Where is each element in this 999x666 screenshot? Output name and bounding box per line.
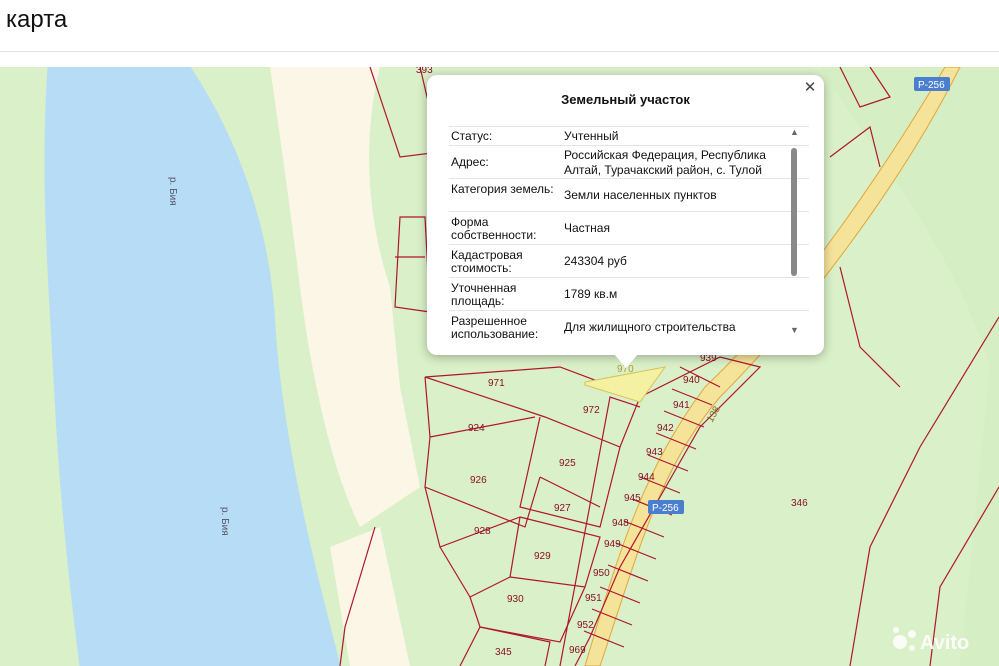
- row-value: Земли населенных пунктов: [564, 188, 717, 202]
- parcel-label: 949: [604, 539, 621, 550]
- header: карта: [0, 0, 999, 52]
- parcel-label: 952: [577, 620, 594, 631]
- row-value: 243304 руб: [564, 254, 627, 268]
- parcel-label: 940: [683, 375, 700, 386]
- row-value: Учтенный: [564, 129, 619, 143]
- river-label-1: р. Бия: [167, 177, 178, 206]
- row-label: Категория земель:: [451, 182, 554, 196]
- parcel-label: 948: [612, 518, 629, 529]
- list-item: Статус: Учтенный: [449, 126, 809, 146]
- row-label: Адрес:: [451, 155, 489, 169]
- parcel-label: 927: [554, 503, 571, 514]
- parcel-label: 972: [583, 405, 600, 416]
- row-value: Для жилищного строительства: [564, 320, 736, 334]
- parcel-label: 925: [559, 458, 576, 469]
- floodplain-band: [270, 67, 420, 527]
- floodplain-band-lower: [330, 527, 410, 666]
- row-label: Разрешенное использование:: [451, 314, 539, 341]
- parcel-label: 969: [569, 645, 586, 656]
- row-label: Кадастровая стоимость:: [451, 248, 523, 275]
- list-item: Кадастровая стоимость: 243304 руб: [449, 244, 809, 278]
- road-shield-label-1: Р-256: [918, 80, 945, 91]
- avito-watermark: Avito: [890, 620, 990, 660]
- parcel-label: 924: [468, 423, 485, 434]
- parcel-label: 951: [585, 593, 602, 604]
- parcel-label: 971: [488, 378, 505, 389]
- chevron-down-icon[interactable]: ▼: [790, 325, 799, 335]
- scrollbar-thumb[interactable]: [791, 148, 797, 276]
- avito-logo-icon: Avito: [893, 627, 969, 654]
- parcel-label: 944: [638, 472, 655, 483]
- parcel-label: 930: [507, 594, 524, 605]
- watermark-text: Avito: [920, 632, 969, 654]
- road-shield-label-2: Р-256: [652, 503, 679, 514]
- row-value: Российская Федерация, Республика Алтай, …: [564, 148, 766, 177]
- parcel-label: 926: [470, 475, 487, 486]
- parcel-label: 950: [593, 568, 610, 579]
- list-item: Адрес: Российская Федерация, Республика …: [449, 145, 809, 179]
- popup-pointer: [614, 354, 638, 368]
- list-item: Категория земель: Земли населенных пункт…: [449, 178, 809, 212]
- parcel-info-popup: ✕ Земельный участок Статус: Учтенный Адр…: [427, 75, 824, 355]
- list-item: Разрешенное использование: Для жилищного…: [449, 310, 809, 344]
- list-item: Форма собственности: Частная: [449, 211, 809, 245]
- parcel-label: 943: [646, 447, 663, 458]
- row-label: Уточненная площадь:: [451, 281, 517, 308]
- page-title: карта: [6, 6, 68, 33]
- row-label: Статус:: [451, 129, 493, 143]
- row-value: 1789 кв.м: [564, 287, 618, 301]
- row-label: Форма собственности:: [451, 215, 537, 242]
- clipped-row: [449, 115, 789, 123]
- parcel-label: 393: [416, 67, 433, 76]
- list-item: Уточненная площадь: 1789 кв.м: [449, 277, 809, 311]
- header-divider: [0, 51, 999, 52]
- parcel-label: 929: [534, 551, 551, 562]
- parcel-label: 945: [624, 493, 641, 504]
- chevron-up-icon[interactable]: ▲: [790, 127, 799, 137]
- popup-title: Земельный участок: [561, 92, 690, 107]
- popup-scrollbar[interactable]: ▲ ▼: [787, 127, 803, 337]
- parcel-label: 942: [657, 423, 674, 434]
- parcel-label: 345: [495, 647, 512, 658]
- parcel-label: 941: [673, 400, 690, 411]
- row-value: Частная: [564, 221, 610, 235]
- river-label-2: р. Бия: [219, 507, 230, 536]
- parcel-label: 346: [791, 498, 808, 509]
- parcel-label: 928: [474, 526, 491, 537]
